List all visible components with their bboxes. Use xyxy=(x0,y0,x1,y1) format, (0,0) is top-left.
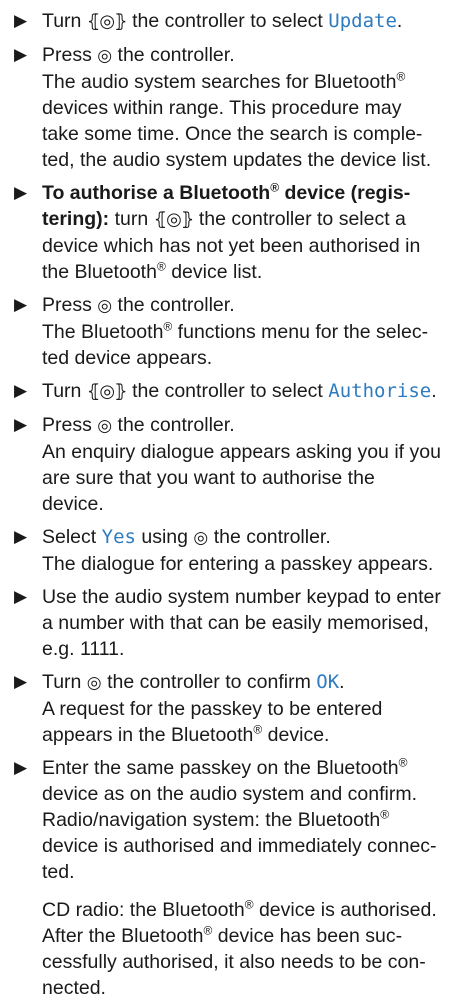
press-controller-icon: ◎ xyxy=(97,296,113,316)
step-enter-passkey: ▶ Enter the same passkey on the Bluetoot… xyxy=(14,755,437,884)
bullet-arrow-icon: ▶ xyxy=(14,11,28,30)
bullet-arrow-icon: ▶ xyxy=(14,183,28,202)
menu-item-update: Update xyxy=(328,10,397,32)
step-select-yes: ▶ Select Yes using ◎ the controller. The… xyxy=(14,526,434,575)
step-select-authorise: ▶ Turn ⦃◎⦄ the controller to select Auth… xyxy=(14,380,437,402)
step-select-update: ▶ Turn ⦃◎⦄ the controller to select Upda… xyxy=(14,10,403,32)
bullet-arrow-icon: ▶ xyxy=(14,527,28,546)
cd-radio-note: CD radio: the Bluetooth® device is autho… xyxy=(42,897,437,1000)
step-press-search: ▶ Press ◎ the controller. The audio syst… xyxy=(14,44,432,171)
step-confirm-ok: ▶ Turn ◎ the controller to confirm OK. A… xyxy=(14,671,383,746)
step-authorise-heading: ▶ To authorise a Bluetooth® device (regi… xyxy=(14,180,421,284)
press-controller-icon: ◎ xyxy=(97,46,113,66)
press-controller-icon: ◎ xyxy=(86,673,102,693)
bullet-arrow-icon: ▶ xyxy=(14,45,28,64)
turn-controller-icon: ⦃◎⦄ xyxy=(86,381,128,402)
bullet-arrow-icon: ▶ xyxy=(14,415,28,434)
step-press-menu: ▶ Press ◎ the controller. The Bluetooth®… xyxy=(14,294,429,369)
turn-controller-icon: ⦃◎⦄ xyxy=(86,11,128,32)
turn-controller-icon: ⦃◎⦄ xyxy=(153,209,195,230)
press-controller-icon: ◎ xyxy=(193,528,209,548)
bullet-arrow-icon: ▶ xyxy=(14,587,28,606)
bullet-arrow-icon: ▶ xyxy=(14,295,28,314)
step-text: Turn xyxy=(42,10,82,32)
menu-item-authorise: Authorise xyxy=(328,380,432,402)
bullet-arrow-icon: ▶ xyxy=(14,758,28,777)
step-text: the controller to select xyxy=(132,10,323,32)
step-enter-number: ▶ Use the audio system number keypad to … xyxy=(14,586,441,660)
bullet-arrow-icon: ▶ xyxy=(14,381,28,400)
registered-mark: ® xyxy=(396,69,406,84)
menu-item-ok: OK xyxy=(316,671,340,693)
step-press-enquiry: ▶ Press ◎ the controller. An enquiry dia… xyxy=(14,414,441,515)
press-controller-icon: ◎ xyxy=(97,416,113,436)
menu-item-yes: Yes xyxy=(101,526,136,548)
bullet-arrow-icon: ▶ xyxy=(14,672,28,691)
section-heading: tering): xyxy=(42,208,110,230)
manual-page: ▶ Turn ⦃◎⦄ the controller to select Upda… xyxy=(0,0,465,999)
